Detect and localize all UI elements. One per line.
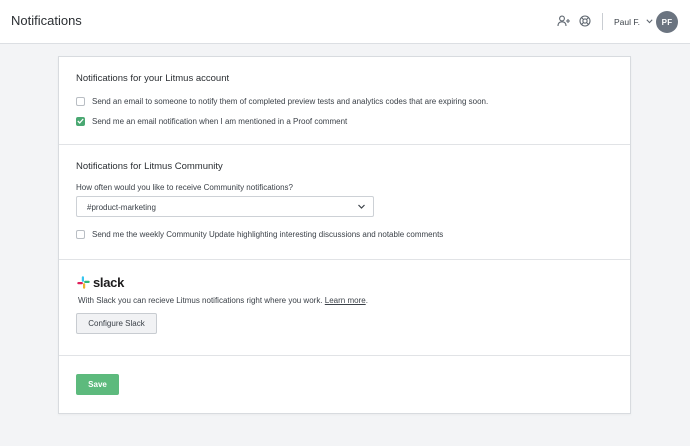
page-title: Notifications — [11, 13, 82, 28]
frequency-select[interactable]: #product-marketing — [76, 196, 374, 217]
support-icon[interactable] — [576, 12, 594, 30]
completed-tests-option[interactable]: Send an email to someone to notify them … — [76, 95, 488, 107]
proof-mention-option[interactable]: Send me an email notification when I am … — [76, 115, 347, 127]
user-name: Paul F. — [614, 16, 640, 27]
top-bar: Notifications Paul F. PF — [0, 0, 690, 44]
avatar[interactable]: PF — [656, 11, 678, 33]
slack-icon — [77, 275, 90, 289]
user-menu[interactable]: Paul F. — [614, 13, 653, 30]
slack-description-text: With Slack you can recieve Litmus notifi… — [78, 296, 323, 305]
weekly-update-label: Send me the weekly Community Update high… — [92, 229, 444, 239]
weekly-update-checkbox[interactable] — [76, 229, 85, 239]
section-divider — [59, 144, 630, 145]
chevron-down-icon — [358, 204, 365, 209]
chevron-down-icon — [646, 19, 653, 24]
check-icon — [77, 118, 84, 124]
section-divider — [59, 355, 630, 356]
completed-tests-label: Send an email to someone to notify them … — [92, 96, 489, 106]
proof-mention-checkbox[interactable] — [76, 116, 85, 126]
slack-wordmark: slack — [93, 274, 125, 290]
slack-description: With Slack you can recieve Litmus notifi… — [78, 296, 368, 305]
frequency-label: How often would you like to receive Comm… — [76, 183, 293, 192]
notifications-card: Notifications for your Litmus account Se… — [58, 56, 631, 414]
header-divider — [602, 13, 603, 30]
weekly-update-option[interactable]: Send me the weekly Community Update high… — [76, 228, 443, 240]
save-button[interactable]: Save — [76, 374, 119, 395]
add-user-icon[interactable] — [555, 12, 573, 30]
account-section-title: Notifications for your Litmus account — [76, 73, 230, 84]
configure-slack-button[interactable]: Configure Slack — [76, 313, 157, 334]
community-section-title: Notifications for Litmus Community — [76, 161, 223, 172]
slack-description-period: . — [365, 296, 368, 305]
frequency-select-value: #product-marketing — [87, 203, 156, 212]
learn-more-link[interactable]: Learn more — [325, 296, 366, 305]
proof-mention-label: Send me an email notification when I am … — [92, 116, 348, 126]
slack-logo: slack — [77, 274, 125, 290]
section-divider — [59, 259, 630, 260]
completed-tests-checkbox[interactable] — [76, 96, 85, 106]
